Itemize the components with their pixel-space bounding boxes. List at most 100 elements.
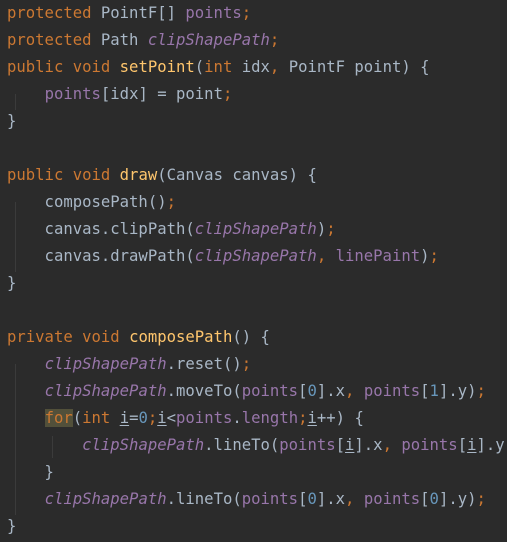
code-token: ;	[222, 85, 233, 103]
code-token: public void	[7, 166, 120, 184]
code-line[interactable]: protected Path clipShapePath;	[7, 27, 279, 54]
code-token: ;	[476, 382, 486, 400]
code-line[interactable]: clipShapePath.reset();	[7, 351, 252, 378]
code-token: .lineTo(	[204, 436, 280, 454]
code-token: .lineTo(	[166, 490, 242, 508]
code-token: i	[345, 436, 355, 454]
code-token: [	[420, 382, 430, 400]
code-token: ;	[241, 355, 252, 373]
code-token: clipShapePath	[147, 31, 270, 49]
code-line[interactable]: }	[7, 108, 16, 135]
code-token: ,	[316, 247, 336, 265]
code-line[interactable]: }	[7, 459, 54, 486]
code-token: canvas.clipPath(	[7, 220, 195, 238]
code-token: [	[457, 436, 468, 454]
code-line[interactable]: canvas.drawPath(clipShapePath, linePaint…	[7, 243, 439, 270]
code-token: ,	[269, 58, 289, 76]
code-token: [	[420, 490, 430, 508]
code-token: points	[185, 4, 242, 22]
code-token: points	[279, 436, 336, 454]
code-token: ;	[166, 193, 176, 211]
code-token: ].y)	[476, 436, 507, 454]
code-token: 0	[307, 490, 317, 508]
code-token: linePaint	[335, 247, 421, 265]
code-line[interactable]: private void composePath() {	[7, 324, 270, 351]
code-token: ;	[298, 409, 308, 427]
code-token: points	[176, 409, 233, 427]
code-token: 0	[307, 382, 317, 400]
code-token: () {	[232, 328, 270, 346]
code-line[interactable]: }	[7, 270, 16, 297]
code-line[interactable]: points[idx] = point;	[7, 81, 233, 108]
code-token: PointF[]	[91, 4, 186, 22]
code-token: ,	[345, 382, 364, 400]
code-token: i	[307, 409, 317, 427]
code-line[interactable]: public void setPoint(int idx, PointF poi…	[7, 54, 430, 81]
code-token: Path	[91, 31, 148, 49]
code-token: ++) {	[316, 409, 364, 427]
code-token: clipShapePath	[194, 247, 317, 265]
code-line[interactable]: for(int i=0;i<points.length;i++) {	[7, 405, 364, 432]
code-line[interactable]: composePath();	[7, 189, 176, 216]
code-line[interactable]: protected PointF[] points;	[7, 0, 251, 27]
code-token: points	[401, 436, 458, 454]
code-line[interactable]: clipShapePath.lineTo(points[i].x, points…	[7, 432, 507, 459]
code-token: points	[363, 382, 421, 400]
code-token: i	[157, 409, 167, 427]
code-token: idx	[241, 58, 270, 76]
code-token: <	[166, 409, 177, 427]
code-line[interactable]: }	[7, 513, 16, 540]
code-token: clipShapePath	[44, 382, 167, 400]
code-token: ;	[147, 409, 158, 427]
code-token: )	[316, 220, 327, 238]
code-token: }	[7, 517, 17, 535]
code-token: composePath	[129, 328, 233, 346]
code-token: }	[7, 463, 54, 481]
code-token: points	[363, 490, 421, 508]
code-token: canvas.drawPath(	[7, 247, 195, 265]
code-line[interactable]: clipShapePath.moveTo(points[0].x, points…	[7, 378, 486, 405]
code-token: clipShapePath	[44, 355, 167, 373]
code-token: ].x	[316, 490, 346, 508]
code-token: ,	[345, 490, 364, 508]
code-token: protected	[7, 31, 92, 49]
code-line[interactable]: clipShapePath.lineTo(points[0].x, points…	[7, 486, 486, 513]
code-token: .moveTo(	[166, 382, 242, 400]
code-token: public void	[7, 58, 120, 76]
code-line[interactable]: canvas.clipPath(clipShapePath);	[7, 216, 336, 243]
code-token: length	[241, 409, 299, 427]
code-token: )	[420, 247, 430, 265]
code-token: composePath()	[7, 193, 167, 211]
code-token: protected	[7, 4, 92, 22]
code-editor[interactable]: protected PointF[] points; protected Path…	[0, 0, 507, 542]
code-token: (Canvas canvas) {	[157, 166, 317, 184]
code-token: }	[7, 274, 17, 292]
code-token: ;	[269, 31, 280, 49]
code-token: ].x	[316, 382, 346, 400]
code-token: clipShapePath	[44, 490, 167, 508]
code-token: points	[44, 85, 101, 103]
code-token: ;	[326, 220, 336, 238]
code-token: .	[232, 409, 242, 427]
code-token: }	[7, 112, 17, 130]
code-token: ].y)	[438, 490, 477, 508]
code-token: for	[44, 409, 73, 427]
code-token: ;	[241, 4, 252, 22]
code-token: int	[82, 409, 120, 427]
code-token: (	[194, 58, 205, 76]
code-token: ;	[429, 247, 439, 265]
code-token: points	[241, 382, 299, 400]
code-token: setPoint	[119, 58, 195, 76]
code-token: PointF point) {	[288, 58, 430, 76]
code-line[interactable]: public void draw(Canvas canvas) {	[7, 162, 317, 189]
code-token: 0	[429, 490, 439, 508]
code-token: 0	[138, 409, 148, 427]
code-token: private void	[7, 328, 130, 346]
code-token: ,	[382, 436, 402, 454]
